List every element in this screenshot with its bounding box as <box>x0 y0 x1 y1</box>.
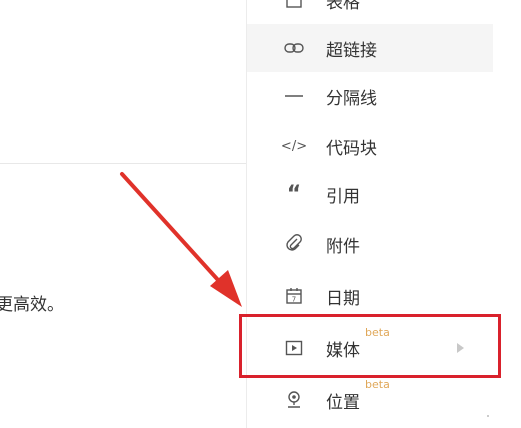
red-arrow-annotation <box>120 172 242 307</box>
scrollbar-marker <box>487 415 489 417</box>
